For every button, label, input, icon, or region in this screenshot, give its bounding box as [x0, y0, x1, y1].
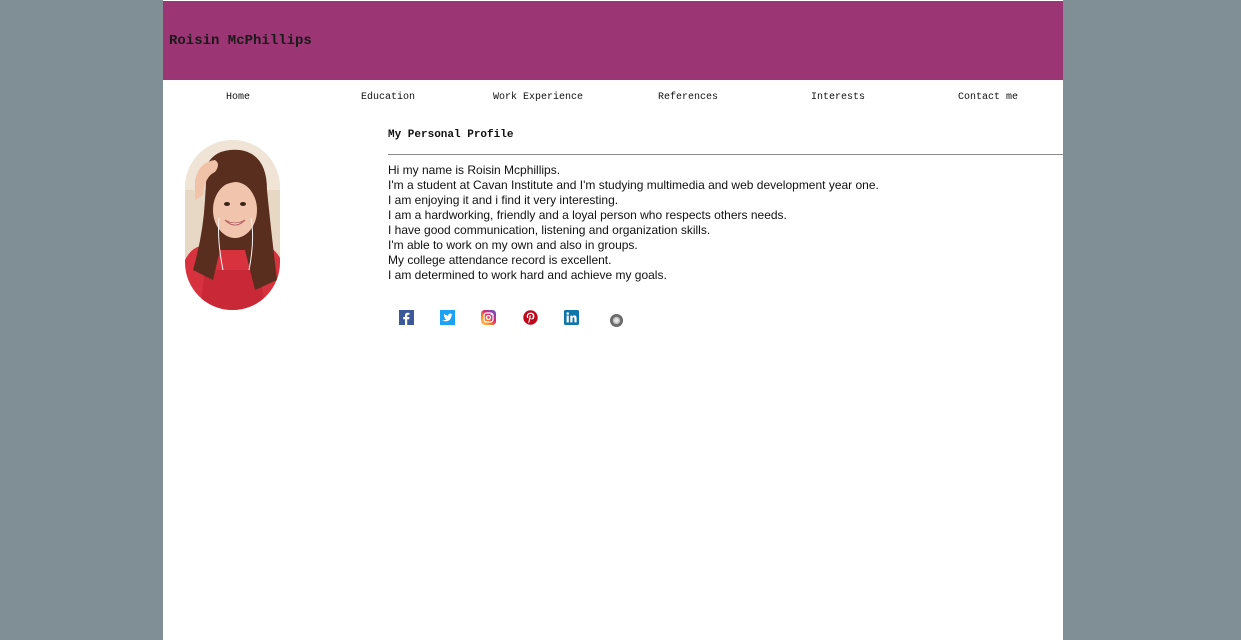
- nav-item-interests[interactable]: Interests: [763, 88, 913, 108]
- profile-heading: My Personal Profile: [388, 129, 514, 141]
- bio-line: I have good communication, listening and…: [388, 223, 711, 237]
- header-banner: Roisin McPhillips: [163, 1, 1063, 80]
- heading-divider: [388, 154, 1063, 155]
- linkedin-icon[interactable]: [564, 310, 579, 325]
- nav-item-contact-me[interactable]: Contact me: [913, 88, 1063, 108]
- bio-line: I'm able to work on my own and also in g…: [388, 238, 638, 252]
- bio-line: I am a hardworking, friendly and a loyal…: [388, 208, 787, 222]
- profile-photo: [185, 140, 280, 310]
- bio-line: I am determined to work hard and achieve…: [388, 268, 667, 282]
- bio-line: I am enjoying it and i find it very inte…: [388, 193, 619, 207]
- site-title: Roisin McPhillips: [169, 33, 312, 49]
- bio-line: I'm a student at Cavan Institute and I'm…: [388, 178, 879, 192]
- nav-item-references[interactable]: References: [613, 88, 763, 108]
- pinterest-icon[interactable]: [523, 310, 538, 325]
- twitter-icon[interactable]: [440, 310, 455, 325]
- nav-item-education[interactable]: Education: [313, 88, 463, 108]
- nav-item-work-experience[interactable]: Work Experience: [463, 88, 613, 108]
- bio-line: Hi my name is Roisin Mcphillips.: [388, 163, 561, 177]
- nav-item-home[interactable]: Home: [163, 88, 313, 108]
- bio-line: My college attendance record is excellen…: [388, 253, 612, 267]
- bio-text: Hi my name is Roisin Mcphillips. I'm a s…: [388, 163, 879, 283]
- circle-icon[interactable]: [609, 313, 624, 328]
- instagram-icon[interactable]: [481, 310, 496, 325]
- main-nav: Home Education Work Experience Reference…: [163, 88, 1063, 108]
- facebook-icon[interactable]: [399, 310, 414, 325]
- page-container: Roisin McPhillips Home Education Work Ex…: [163, 0, 1063, 640]
